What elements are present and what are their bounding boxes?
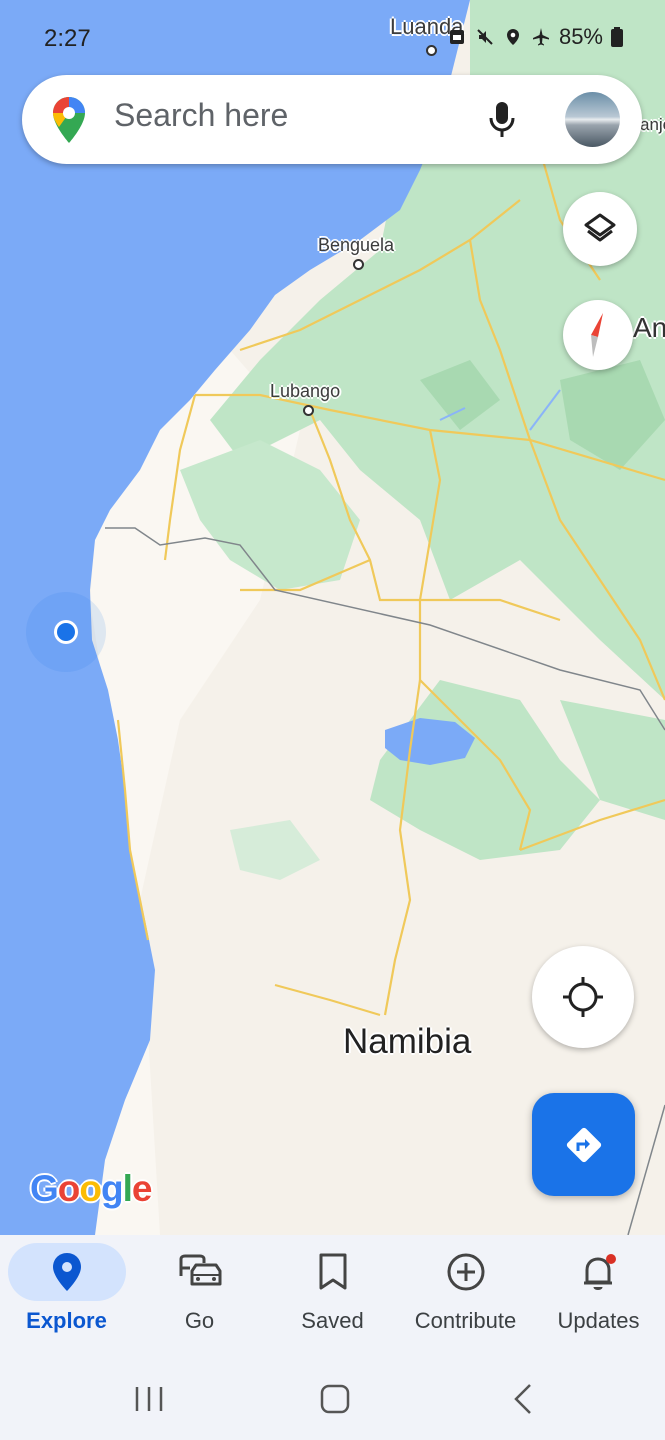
battery-percent: 85% [558, 24, 603, 49]
mute-icon [477, 29, 493, 45]
explore-pin-icon [52, 1253, 81, 1291]
map-canvas[interactable]: Luanda Benguela Lubango An anje Namibia … [0, 0, 665, 1235]
map-label-angola-partial[interactable]: An [633, 312, 665, 344]
layers-button[interactable] [563, 192, 637, 266]
airplane-icon [532, 28, 549, 46]
map-label-lubango[interactable]: Lubango [270, 381, 340, 402]
nav-item-updates[interactable]: Updates [532, 1235, 665, 1360]
search-bar[interactable]: Search here [22, 75, 642, 164]
status-bar: 2:27 85% [0, 0, 665, 80]
back-icon[interactable] [508, 1382, 538, 1416]
recents-icon[interactable] [133, 1384, 167, 1414]
nav-contribute-iconwrap [407, 1243, 525, 1301]
nav-label-explore: Explore [26, 1308, 107, 1333]
map-label-namibia[interactable]: Namibia [343, 1022, 471, 1062]
nav-item-contribute[interactable]: Contribute [399, 1235, 532, 1360]
compass-button[interactable] [563, 300, 633, 370]
commute-icon [179, 1254, 221, 1286]
city-dot-benguela [353, 259, 364, 270]
bell-icon [583, 1254, 616, 1290]
google-logo: Google [30, 1168, 152, 1209]
my-location-button[interactable] [532, 946, 634, 1048]
status-icons: 85% [447, 24, 623, 50]
nav-saved-iconwrap [274, 1243, 392, 1301]
compass-icon [591, 313, 603, 357]
location-status-icon [506, 29, 519, 45]
bookmark-icon [319, 1253, 346, 1290]
nav-updates-iconwrap [540, 1243, 658, 1301]
search-input[interactable]: Search here [114, 97, 288, 134]
nav-explore-pill [7, 1243, 126, 1301]
maps-pin-icon [53, 97, 85, 143]
nav-item-explore[interactable]: Explore [0, 1235, 133, 1360]
directions-button[interactable] [532, 1093, 635, 1196]
map-label-city-partial[interactable]: anje [640, 115, 665, 135]
map-base [0, 0, 665, 1235]
battery-icon [611, 27, 623, 47]
my-location-icon [563, 977, 603, 1017]
status-time: 2:27 [44, 25, 91, 52]
photo-icon [449, 30, 464, 44]
nav-label-go: Go [184, 1308, 215, 1333]
avatar[interactable] [565, 92, 620, 147]
nav-label-saved: Saved [301, 1308, 364, 1333]
map-label-benguela[interactable]: Benguela [318, 235, 394, 256]
add-circle-icon [447, 1253, 484, 1291]
city-dot-lubango [303, 405, 314, 416]
mic-icon[interactable] [488, 101, 516, 139]
directions-icon [566, 1127, 601, 1162]
nav-item-saved[interactable]: Saved [266, 1235, 399, 1360]
nav-go-iconwrap [141, 1243, 259, 1301]
nav-label-contribute: Contribute [414, 1308, 517, 1333]
bottom-nav: Explore Go Saved Contribute Updates [0, 1235, 665, 1360]
layers-icon [584, 213, 616, 242]
system-nav-bar [0, 1360, 665, 1440]
nav-item-go[interactable]: Go [133, 1235, 266, 1360]
nav-label-updates: Updates [557, 1308, 640, 1333]
home-icon[interactable] [318, 1382, 352, 1416]
